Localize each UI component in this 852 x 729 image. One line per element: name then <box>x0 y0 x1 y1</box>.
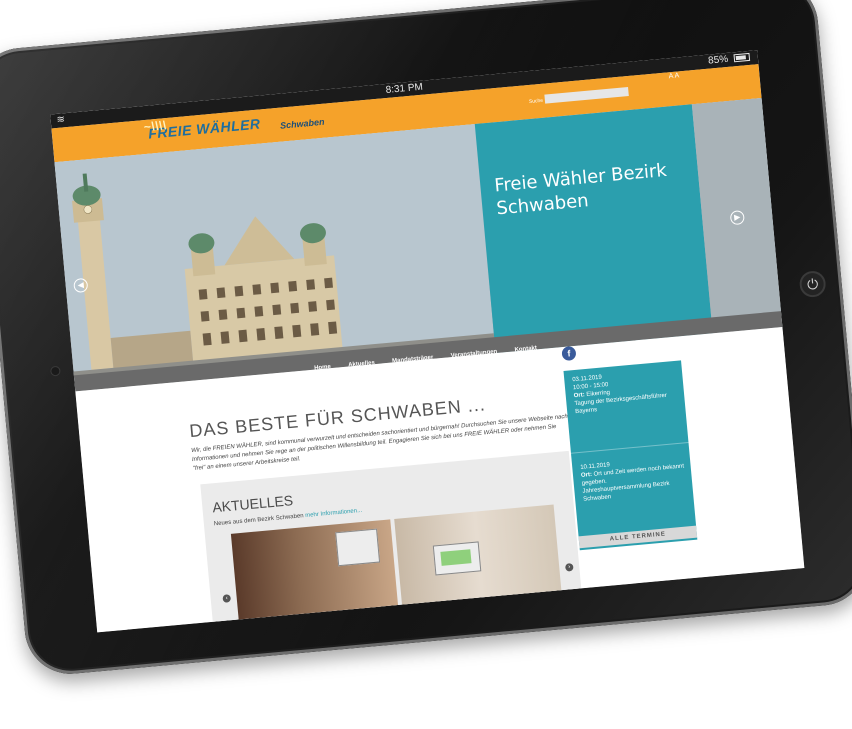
site-logo[interactable]: ~\\\\ FREIE WÄHLER <box>143 116 261 142</box>
event-item[interactable]: 03.11.2019 10:00 - 15:00 Ort: Eikerring … <box>572 367 679 416</box>
news-next-button[interactable]: › <box>564 562 574 572</box>
event-place-label: Ort: <box>580 471 593 479</box>
more-info-link[interactable]: mehr Informationen... <box>305 508 362 519</box>
aktuelles-title: AKTUELLES <box>211 492 294 516</box>
ipad-device: ⏻ ≋ 8:31 PM 85% ~\\\\ FREIE WÄHLER Schwa… <box>0 0 852 729</box>
font-size-control[interactable]: A A <box>668 72 679 80</box>
all-events-button[interactable]: ALLE TERMINE <box>578 525 698 549</box>
event-divider <box>570 442 689 454</box>
hero-title-panel: Freie Wähler Bezirk Schwaben <box>474 104 713 354</box>
hero-title: Freie Wähler Bezirk Schwaben <box>493 159 668 220</box>
battery-icon <box>733 53 751 63</box>
news-prev-button[interactable]: ‹ <box>222 594 232 603</box>
event-place-label: Ort: <box>573 392 586 400</box>
projector-screen <box>432 541 482 576</box>
sun-rays-icon: ~\\\\ <box>143 118 168 135</box>
search-input[interactable] <box>544 87 629 104</box>
logo-region: Schwaben <box>279 116 325 131</box>
aktuelles-subtitle-text: Neues aus dem Bezirk Schwaben <box>213 513 304 528</box>
battery-percent: 85% <box>707 53 729 67</box>
facebook-icon[interactable]: f <box>561 345 577 362</box>
search-label: Suche <box>528 97 544 106</box>
screen: ≋ 8:31 PM 85% ~\\\\ FREIE WÄHLER Schwabe… <box>50 50 805 633</box>
projector-screen <box>335 528 381 567</box>
event-item[interactable]: 10.11.2019 Ort: Ort und Zeit werden noch… <box>580 454 687 503</box>
events-panel: 03.11.2019 10:00 - 15:00 Ort: Eikerring … <box>563 360 698 551</box>
